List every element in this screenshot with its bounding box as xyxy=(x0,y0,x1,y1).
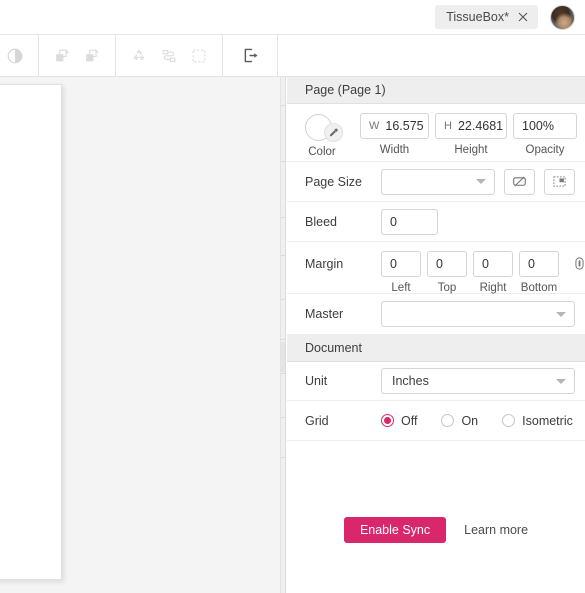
margin-right-caption: Right xyxy=(479,282,507,294)
connector-icon[interactable] xyxy=(154,41,184,71)
close-icon[interactable] xyxy=(517,11,529,23)
page-height-caption: Height xyxy=(454,144,488,156)
margin-bottom-field[interactable]: 0 xyxy=(519,251,559,277)
export-icon[interactable] xyxy=(235,41,265,71)
marquee-select-icon[interactable] xyxy=(184,41,214,71)
grid-row: Grid Off On Isometric xyxy=(287,401,585,441)
eyedropper-icon[interactable] xyxy=(324,123,343,142)
radio-off-icon[interactable] xyxy=(381,414,394,427)
page-opacity-caption: Opacity xyxy=(525,144,565,156)
page-opacity-control[interactable]: 100% Opacity xyxy=(513,113,577,156)
page-width-caption: Width xyxy=(379,144,410,156)
margin-top-control[interactable]: 0 Top xyxy=(427,251,467,294)
properties-panel: Page (Page 1) Color W 16.575 Width H 22.… xyxy=(287,77,585,593)
width-prefix: W xyxy=(369,120,380,132)
enable-sync-button[interactable]: Enable Sync xyxy=(343,516,447,543)
contrast-icon[interactable] xyxy=(0,41,30,71)
bleed-label: Bleed xyxy=(305,214,337,229)
margin-bottom-value: 0 xyxy=(528,257,535,271)
grid-option-off[interactable]: Off xyxy=(381,414,417,428)
page-section-title: Page (Page 1) xyxy=(305,83,386,97)
canvas-scroll-strip[interactable] xyxy=(280,77,285,593)
master-row: Master xyxy=(287,294,585,335)
page-section-header: Page (Page 1) xyxy=(287,77,585,104)
margin-left-control[interactable]: 0 Left xyxy=(381,251,421,294)
margin-left-value: 0 xyxy=(390,257,397,271)
margin-top-value: 0 xyxy=(436,257,443,271)
toolbar-group-shapes xyxy=(116,34,223,77)
send-backward-icon[interactable] xyxy=(77,41,107,71)
margin-label: Margin xyxy=(305,257,344,271)
grid-option-isometric-label: Isometric xyxy=(522,413,573,428)
margin-left-caption: Left xyxy=(391,282,411,294)
sync-area: Enable Sync Learn more xyxy=(287,466,585,593)
unit-value: Inches xyxy=(392,374,429,388)
height-prefix: H xyxy=(444,120,452,132)
document-section-title: Document xyxy=(305,341,362,355)
margin-left-field[interactable]: 0 xyxy=(381,251,421,277)
unit-label: Unit xyxy=(305,374,328,388)
recycle-icon[interactable] xyxy=(124,41,154,71)
page-size-row: Page Size xyxy=(287,162,585,202)
document-tab-tissuebox[interactable]: TissueBox* xyxy=(435,5,538,29)
avatar[interactable] xyxy=(550,4,575,30)
document-section-header: Document xyxy=(287,335,585,362)
fit-to-drawing-icon[interactable] xyxy=(544,168,575,195)
opacity-value: 100% xyxy=(522,119,554,133)
unit-select[interactable]: Inches xyxy=(381,368,575,394)
margin-bottom-caption: Bottom xyxy=(520,282,558,294)
tab-bar: TissueBox* xyxy=(0,0,585,35)
margin-top-caption: Top xyxy=(437,282,457,294)
margin-right-value: 0 xyxy=(482,257,489,271)
document-tab-label: TissueBox* xyxy=(446,9,509,24)
page-height-control[interactable]: H 22.4681 Height xyxy=(435,113,507,156)
page-size-select[interactable] xyxy=(381,168,496,195)
toolbar xyxy=(0,34,585,77)
page-height-field[interactable]: H 22.4681 xyxy=(435,113,507,139)
margin-right-field[interactable]: 0 xyxy=(473,251,513,277)
canvas-area[interactable] xyxy=(0,77,286,593)
grid-option-on[interactable]: On xyxy=(441,414,478,428)
grid-option-on-label: On xyxy=(461,413,479,428)
page-color-caption: Color xyxy=(308,146,336,158)
grid-option-off-label: Off xyxy=(401,413,418,428)
page-color-control[interactable]: Color xyxy=(305,113,343,158)
margin-right-control[interactable]: 0 Right xyxy=(473,251,513,294)
bleed-row: Bleed 0 xyxy=(287,202,585,242)
page-width-field[interactable]: W 16.575 xyxy=(360,113,429,139)
page-size-label: Page Size xyxy=(305,174,362,189)
page-width-control[interactable]: W 16.575 Width xyxy=(360,113,429,156)
toolbar-group-export xyxy=(223,34,278,77)
width-value: 16.575 xyxy=(385,119,424,133)
page-properties-row: Color W 16.575 Width H 22.4681 Height 10… xyxy=(287,104,585,162)
app-window: TissueBox* Page (Page 1) Color W 16.575 … xyxy=(0,0,585,593)
toolbar-group-arrange xyxy=(39,34,116,77)
chevron-down-icon xyxy=(476,179,487,184)
learn-more-link[interactable]: Learn more xyxy=(464,523,528,537)
rotate-orientation-icon[interactable] xyxy=(504,168,536,195)
bleed-value: 0 xyxy=(390,214,397,229)
link-margins-icon[interactable] xyxy=(571,255,585,277)
grid-option-isometric[interactable]: Isometric xyxy=(502,414,573,428)
bleed-field[interactable]: 0 xyxy=(381,208,438,235)
margin-top-field[interactable]: 0 xyxy=(427,251,467,277)
color-swatch[interactable] xyxy=(305,113,343,142)
radio-isometric-icon[interactable] xyxy=(502,414,516,427)
radio-on-icon[interactable] xyxy=(441,414,455,427)
bring-forward-icon[interactable] xyxy=(47,41,77,71)
margin-bottom-control[interactable]: 0 Bottom xyxy=(519,251,559,294)
toolbar-group-contrast xyxy=(0,34,39,77)
page-opacity-field[interactable]: 100% xyxy=(513,113,577,139)
master-label: Master xyxy=(305,307,344,321)
master-select[interactable] xyxy=(381,301,575,327)
chevron-down-icon xyxy=(556,378,566,384)
margin-row: Margin 0 Left 0 Top 0 Right 0 Bottom xyxy=(287,242,585,294)
height-value: 22.4681 xyxy=(457,119,504,133)
chevron-down-icon xyxy=(556,311,566,317)
unit-row: Unit Inches xyxy=(287,362,585,401)
page-sheet[interactable] xyxy=(0,84,62,580)
grid-label: Grid xyxy=(305,413,329,428)
